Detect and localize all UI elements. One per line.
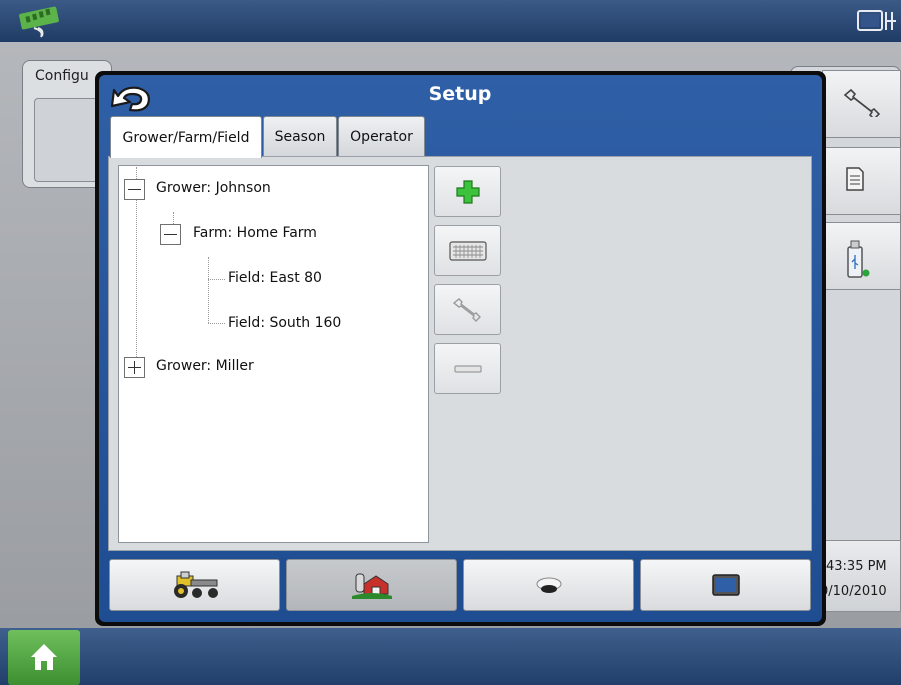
status-clock-box [822, 540, 901, 612]
minus-icon [453, 364, 482, 373]
status-time: 43:35 PM [826, 559, 887, 574]
nav-grower-farm-button[interactable] [286, 559, 457, 611]
collapse-johnson-toggle[interactable] [124, 179, 145, 200]
tree-connector-line [208, 279, 225, 280]
home-button[interactable] [8, 630, 80, 685]
collapse-home-farm-toggle[interactable] [160, 224, 181, 245]
tree-item-field-east-80[interactable]: Field: East 80 [228, 270, 322, 286]
add-icon [455, 179, 480, 204]
tab-operator[interactable]: Operator [338, 116, 425, 156]
add-button[interactable] [434, 166, 501, 217]
tree-item-field-south-160[interactable]: Field: South 160 [228, 315, 341, 331]
tree-connector-line [208, 257, 209, 323]
remove-button[interactable] [434, 343, 501, 394]
wrench-icon [452, 297, 481, 322]
keyboard-icon [448, 240, 487, 261]
home-icon [31, 644, 57, 670]
document-icon [846, 167, 864, 191]
top-bar [0, 0, 901, 42]
tree-connector-line [208, 323, 225, 324]
receiver-icon [536, 577, 561, 593]
display-icon[interactable] [856, 8, 901, 34]
tractor-icon [173, 571, 218, 598]
edit-wrench-button[interactable] [434, 284, 501, 335]
nav-gps-receiver-button[interactable] [463, 559, 634, 611]
usb-icon [847, 240, 870, 278]
tab-grower-farm-field[interactable]: Grower/Farm/Field [110, 116, 262, 158]
tree-item-grower-miller[interactable]: Grower: Miller [156, 358, 254, 374]
nav-display-button[interactable] [640, 559, 811, 611]
right-usb-button[interactable] [822, 222, 901, 290]
configuration-label: Configu [35, 68, 89, 84]
dialog-title: Setup [428, 83, 492, 105]
tree-item-grower-johnson[interactable]: Grower: Johnson [156, 180, 271, 196]
tab-season[interactable]: Season [263, 116, 337, 156]
expand-miller-toggle[interactable] [124, 357, 145, 378]
rename-keyboard-button[interactable] [434, 225, 501, 276]
status-date: 0/10/2010 [820, 584, 887, 599]
grower-farm-field-tree[interactable] [118, 165, 429, 543]
tree-item-farm-home-farm[interactable]: Farm: Home Farm [193, 225, 317, 241]
display-icon [711, 574, 740, 596]
bottom-bar [0, 628, 901, 685]
farm-icon [351, 573, 392, 599]
nav-equipment-button[interactable] [109, 559, 280, 611]
gps-signal-icon[interactable] [16, 6, 66, 38]
right-document-button[interactable] [822, 147, 901, 215]
configuration-inner-box[interactable] [34, 98, 104, 182]
